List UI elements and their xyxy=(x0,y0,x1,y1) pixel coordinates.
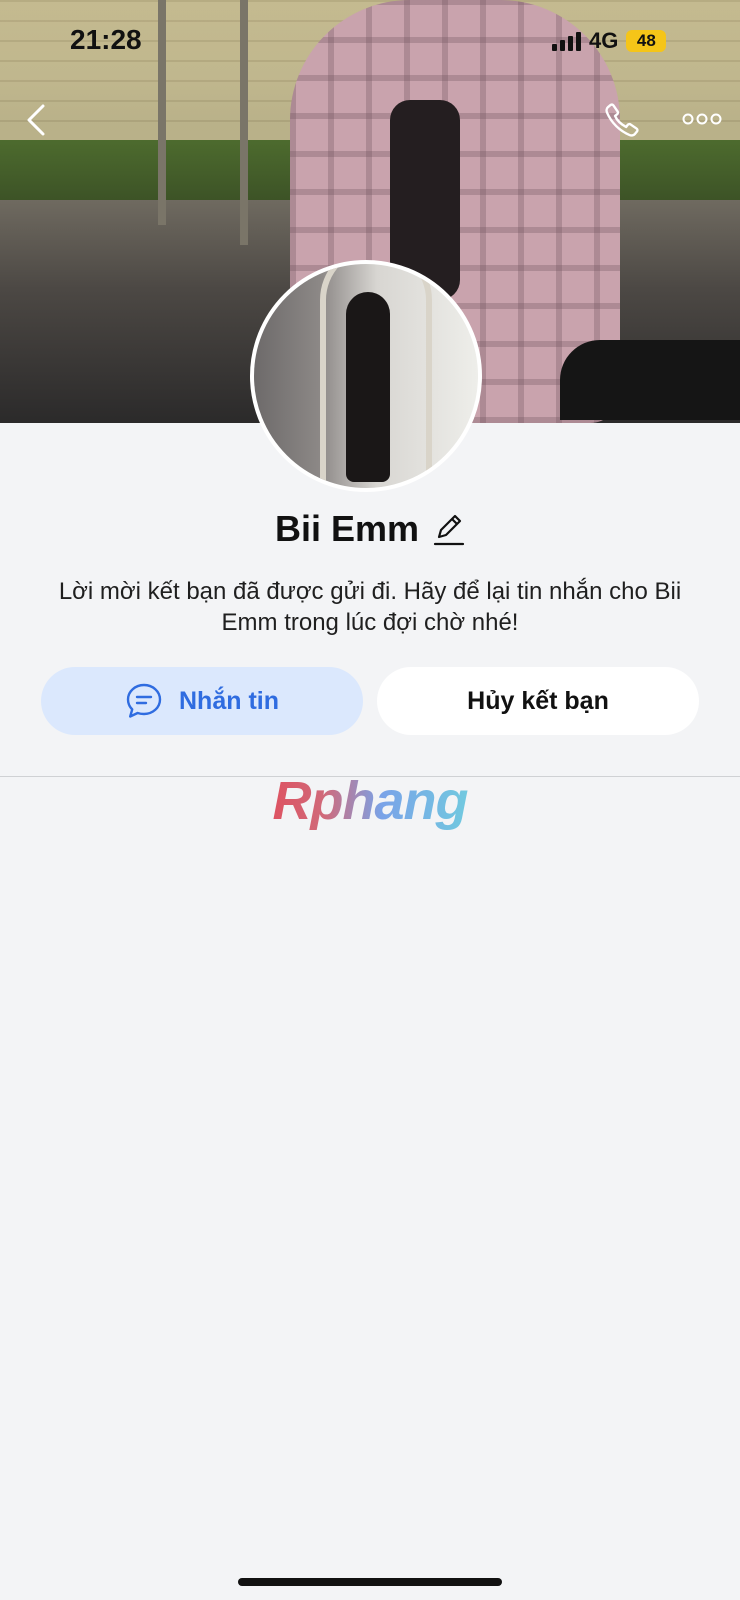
signal-icon xyxy=(552,31,581,51)
phone-icon xyxy=(605,103,639,137)
network-type: 4G xyxy=(589,28,619,53)
home-indicator xyxy=(238,1578,502,1586)
avatar[interactable] xyxy=(250,260,482,492)
more-options-button[interactable] xyxy=(680,106,724,132)
profile-name: Bii Emm xyxy=(274,508,420,549)
edit-name-button[interactable] xyxy=(433,511,465,547)
cancel-button-label: Hủy kết bạn xyxy=(467,686,609,715)
chevron-left-icon xyxy=(27,104,45,136)
watermark-logo: Rphang xyxy=(256,770,484,832)
cover-pole xyxy=(240,0,248,245)
avatar-figure xyxy=(346,292,390,482)
back-button[interactable] xyxy=(18,100,54,140)
cover-motorbike xyxy=(560,340,740,420)
cancel-friend-request-button[interactable]: Hủy kết bạn xyxy=(377,667,699,735)
cover-pole xyxy=(158,0,166,225)
status-time: 21:28 xyxy=(70,24,142,55)
message-button[interactable]: Nhắn tin xyxy=(41,667,363,735)
message-button-label: Nhắn tin xyxy=(179,686,279,715)
battery-icon: 48 xyxy=(626,30,667,52)
friend-request-message: Lời mời kết bạn đã được gửi đi. Hãy để l… xyxy=(58,578,682,636)
status-indicators: 4G 48 xyxy=(552,28,667,54)
chat-bubble-icon xyxy=(126,683,162,718)
call-button[interactable] xyxy=(600,98,644,142)
more-dots-icon xyxy=(682,113,722,125)
pencil-icon xyxy=(433,514,465,546)
profile-name-row: Bii Emm xyxy=(0,508,740,550)
